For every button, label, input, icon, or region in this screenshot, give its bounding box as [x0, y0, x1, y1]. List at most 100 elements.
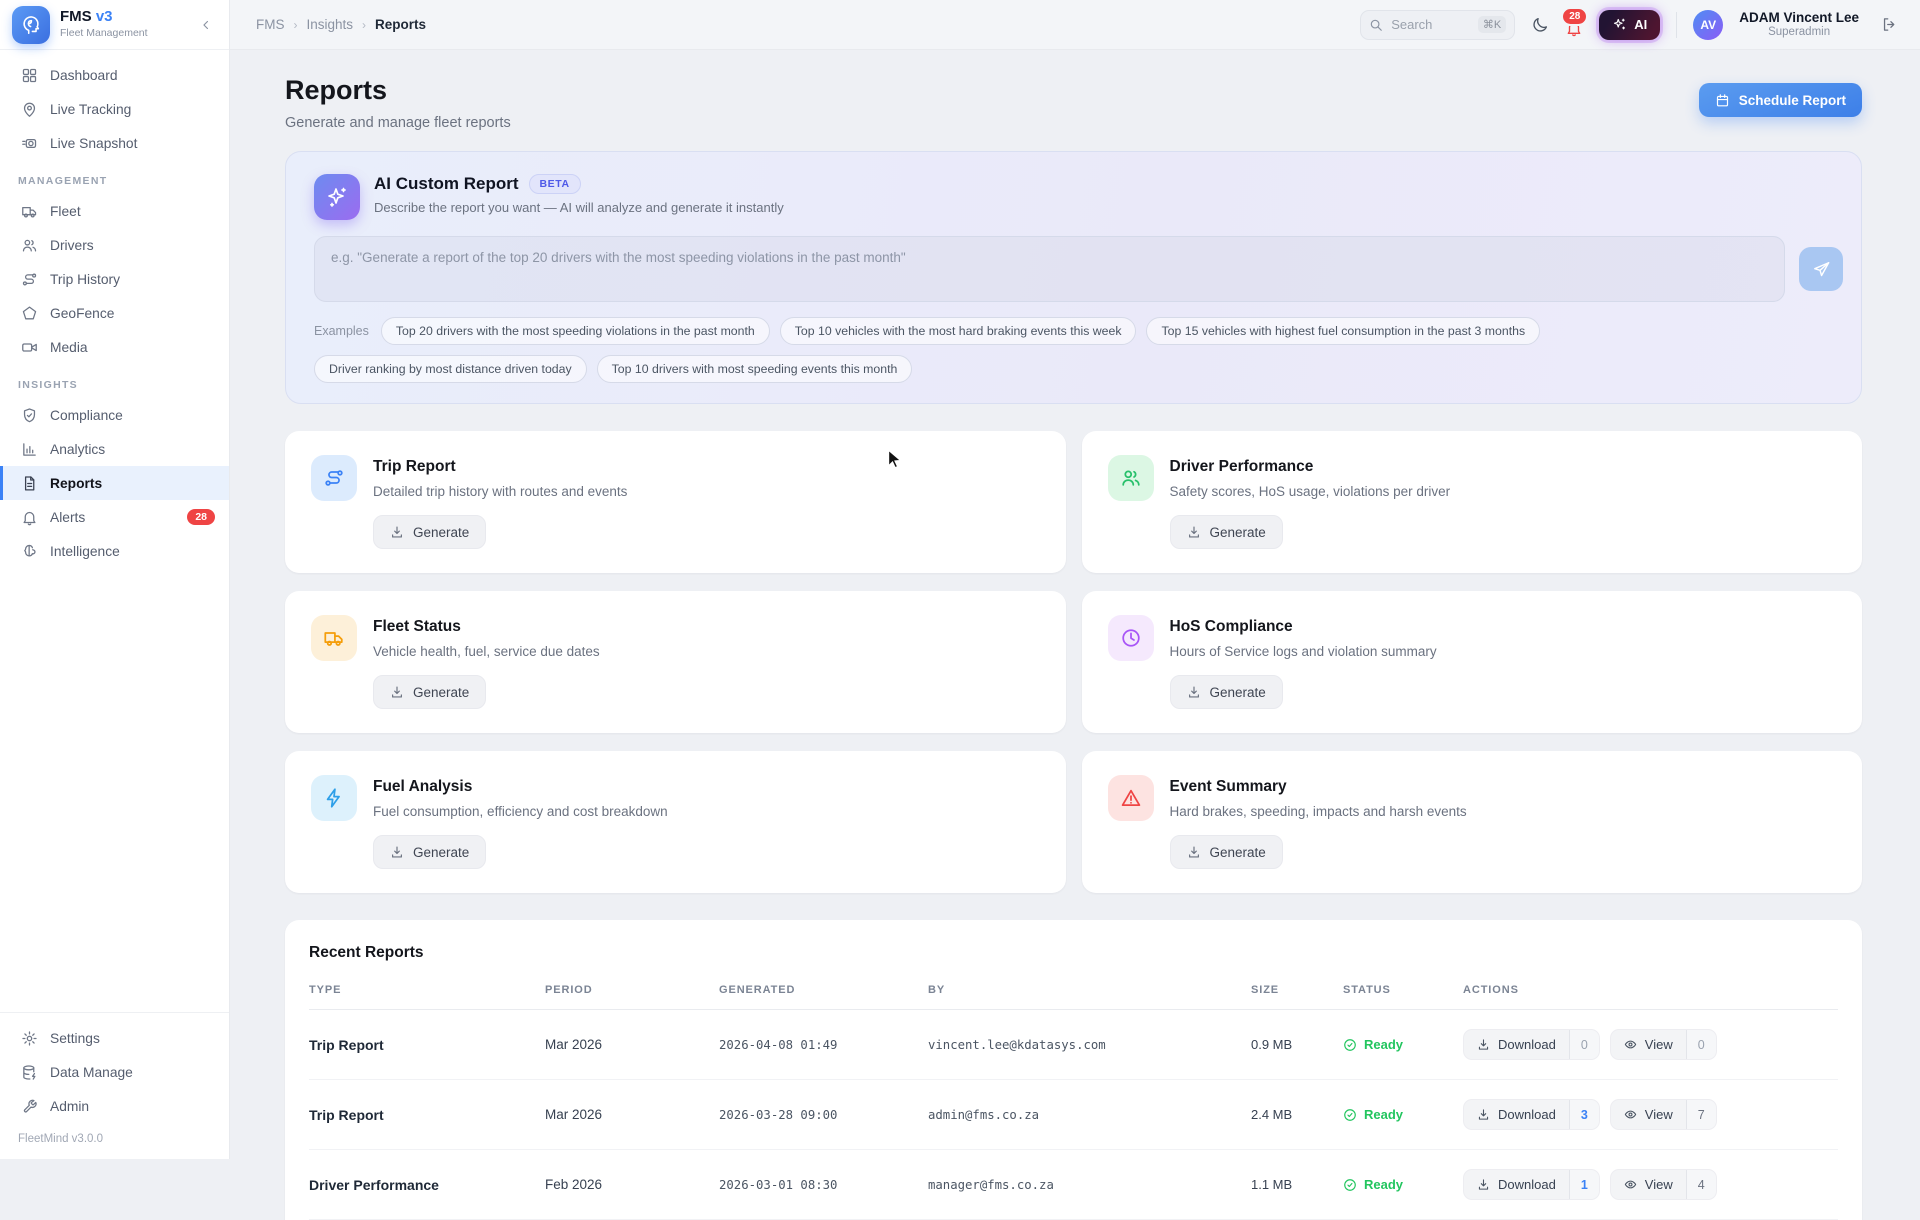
sidebar-item-live-snapshot[interactable]: Live Snapshot: [0, 126, 229, 160]
sidebar-item-alerts[interactable]: Alerts 28: [0, 500, 229, 534]
gear-icon: [21, 1030, 38, 1047]
report-card-fuel-analysis: Fuel Analysis Fuel consumption, efficien…: [285, 751, 1066, 893]
recent-reports-title: Recent Reports: [309, 944, 1838, 962]
example-chip[interactable]: Driver ranking by most distance driven t…: [314, 355, 587, 383]
sidebar-item-settings[interactable]: Settings: [0, 1021, 229, 1055]
generate-fleet-status-button[interactable]: Generate: [373, 675, 486, 709]
sidebar-bottom: Settings Data Manage Admin FleetMind v3.…: [0, 1012, 229, 1159]
download-count: 3: [1569, 1100, 1599, 1129]
download-icon: [390, 845, 404, 859]
ai-prompt-input[interactable]: [314, 236, 1785, 302]
sidebar-item-intelligence[interactable]: Intelligence: [0, 534, 229, 568]
sparkles-icon: [325, 185, 349, 209]
notifications-badge: 28: [1561, 7, 1588, 26]
sidebar-item-fleet[interactable]: Fleet: [0, 194, 229, 228]
example-chip[interactable]: Top 20 drivers with the most speeding vi…: [381, 317, 770, 345]
user-menu[interactable]: ADAM Vincent Lee Superadmin: [1739, 10, 1859, 40]
ai-assistant-button[interactable]: AI: [1599, 10, 1660, 40]
sidebar: FMS v3 Fleet Management Dashboard Live T…: [0, 0, 230, 1159]
sidebar-item-media[interactable]: Media: [0, 330, 229, 364]
generate-trip-report-button[interactable]: Generate: [373, 515, 486, 549]
download-icon: [1187, 525, 1201, 539]
column-type: TYPE: [309, 976, 545, 1010]
report-card-driver-performance: Driver Performance Safety scores, HoS us…: [1082, 431, 1863, 573]
example-chip[interactable]: Top 10 drivers with most speeding events…: [597, 355, 913, 383]
breadcrumb-root[interactable]: FMS: [256, 17, 285, 32]
notifications-button[interactable]: 28: [1565, 19, 1583, 37]
sidebar-item-label: Drivers: [50, 238, 94, 253]
sidebar-item-reports[interactable]: Reports: [0, 466, 229, 500]
breadcrumb-section[interactable]: Insights: [307, 17, 354, 32]
column-generated: GENERATED: [719, 976, 928, 1010]
check-circle-icon: [1343, 1178, 1357, 1192]
examples-label: Examples: [314, 324, 369, 338]
app-version: FleetMind v3.0.0: [0, 1123, 229, 1157]
shield-check-icon: [21, 407, 38, 424]
download-label: Download: [1498, 1177, 1556, 1192]
chevron-left-icon: [199, 18, 213, 32]
eye-icon: [1624, 1108, 1637, 1121]
download-count: 0: [1569, 1030, 1599, 1059]
moon-icon: [1531, 16, 1549, 34]
sidebar-collapse-button[interactable]: [195, 14, 217, 36]
brand-logo-icon: [20, 14, 42, 36]
card-title: Trip Report: [373, 458, 627, 476]
download-icon: [390, 685, 404, 699]
bolt-icon: [311, 775, 357, 821]
generate-hos-compliance-button[interactable]: Generate: [1170, 675, 1283, 709]
sidebar-item-label: GeoFence: [50, 306, 114, 321]
report-generated: 2026-03-01 08:30: [719, 1150, 928, 1220]
schedule-report-button[interactable]: Schedule Report: [1699, 83, 1862, 117]
clock-icon: [1108, 615, 1154, 661]
generate-fuel-analysis-button[interactable]: Generate: [373, 835, 486, 869]
sidebar-item-compliance[interactable]: Compliance: [0, 398, 229, 432]
download-button[interactable]: Download 0: [1463, 1029, 1600, 1060]
report-type: Trip Report: [309, 1080, 545, 1150]
breadcrumb-current: Reports: [375, 17, 426, 32]
sidebar-item-label: Analytics: [50, 442, 105, 457]
sidebar-item-geofence[interactable]: GeoFence: [0, 296, 229, 330]
schedule-report-label: Schedule Report: [1739, 93, 1846, 108]
view-button[interactable]: View 4: [1610, 1169, 1717, 1200]
sidebar-section-management: MANAGEMENT: [0, 160, 229, 194]
view-button[interactable]: View 0: [1610, 1029, 1717, 1060]
download-button[interactable]: Download 3: [1463, 1099, 1600, 1130]
dark-mode-toggle[interactable]: [1531, 16, 1549, 34]
sidebar-item-drivers[interactable]: Drivers: [0, 228, 229, 262]
truck-icon: [311, 615, 357, 661]
sidebar-item-dashboard[interactable]: Dashboard: [0, 58, 229, 92]
status-badge: Ready: [1343, 1037, 1455, 1052]
column-status: STATUS: [1343, 976, 1463, 1010]
logout-button[interactable]: [1881, 16, 1898, 33]
download-button[interactable]: Download 1: [1463, 1169, 1600, 1200]
generate-driver-performance-button[interactable]: Generate: [1170, 515, 1283, 549]
view-button[interactable]: View 7: [1610, 1099, 1717, 1130]
sidebar-item-live-tracking[interactable]: Live Tracking: [0, 92, 229, 126]
ai-panel-subtitle: Describe the report you want — AI will a…: [374, 200, 784, 215]
sidebar-item-admin[interactable]: Admin: [0, 1089, 229, 1123]
sidebar-item-data-manage[interactable]: Data Manage: [0, 1055, 229, 1089]
ai-button-label: AI: [1634, 17, 1647, 32]
report-cards-grid: Trip Report Detailed trip history with r…: [285, 431, 1862, 893]
example-chip[interactable]: Top 15 vehicles with highest fuel consum…: [1146, 317, 1540, 345]
download-label: Download: [1498, 1107, 1556, 1122]
avatar[interactable]: AV: [1693, 10, 1723, 40]
bell-icon: [21, 509, 38, 526]
search-icon: [1369, 18, 1383, 32]
ai-panel-title: AI Custom Report: [374, 174, 519, 194]
generate-label: Generate: [413, 525, 469, 540]
example-chip[interactable]: Top 10 vehicles with the most hard braki…: [780, 317, 1137, 345]
sidebar-item-trip-history[interactable]: Trip History: [0, 262, 229, 296]
card-title: Fleet Status: [373, 618, 600, 636]
sidebar-item-analytics[interactable]: Analytics: [0, 432, 229, 466]
brand-subtitle: Fleet Management: [60, 28, 148, 40]
topbar-divider: [1676, 12, 1677, 38]
search-input[interactable]: [1391, 17, 1469, 32]
ai-send-button[interactable]: [1799, 247, 1843, 291]
card-description: Hard brakes, speeding, impacts and harsh…: [1170, 804, 1467, 819]
report-by: manager@fms.co.za: [928, 1150, 1251, 1220]
page-header: Reports Generate and manage fleet report…: [285, 75, 1862, 131]
generate-event-summary-button[interactable]: Generate: [1170, 835, 1283, 869]
map-pin-icon: [21, 101, 38, 118]
search-box[interactable]: ⌘K: [1360, 10, 1515, 40]
